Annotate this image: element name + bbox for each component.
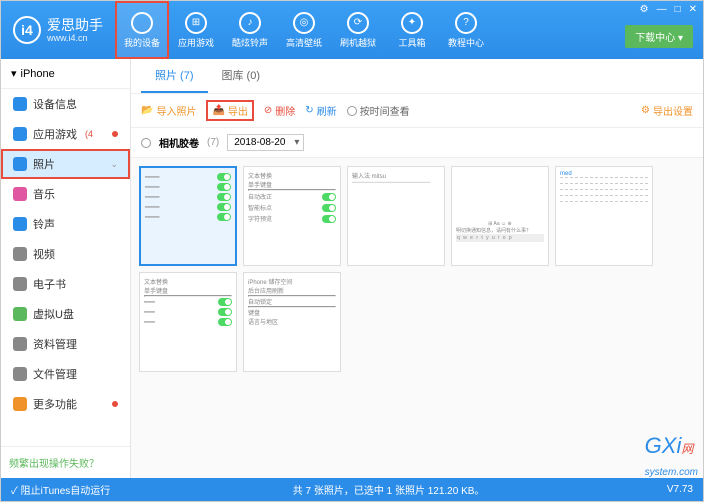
photo-thumb[interactable]: ⊞ Aa ☺ ⊕ 明切换通知信息，请问有什么事？ q w e r t y u i… [451,166,549,266]
tools-icon: ✦ [401,12,423,34]
bell-icon [13,217,27,231]
photo-grid: ━━━━ ━━━━ ━━━━ ━━━━ ━━━━ 文本替换 单手键盘 自动改正 … [131,158,703,478]
photo-thumb[interactable]: ━━━━ ━━━━ ━━━━ ━━━━ ━━━━ [139,166,237,266]
apps-icon [13,127,27,141]
maximize-button[interactable]: □ [675,4,681,15]
video-icon [13,247,27,261]
ringtone-icon: ♪ [239,12,261,34]
delete-button[interactable]: ⊘ 删除 [264,103,295,118]
photo-thumb[interactable]: med [555,166,653,266]
sort-time-toggle[interactable]: 按时间查看 [347,103,410,118]
sidebar-data[interactable]: 资料管理 [1,329,130,359]
album-count: (7) [207,137,219,148]
minimize-button[interactable]: — [657,4,667,15]
data-icon [13,337,27,351]
version-label: V7.73 [667,484,693,495]
badge-dot [112,401,118,407]
chevron-down-icon: ⌄ [110,159,118,170]
badge-dot [112,131,118,137]
apps-icon: ⊞ [185,12,207,34]
close-button[interactable]: ✕ [689,4,697,15]
settings-icon[interactable]: ⚙ [640,4,649,15]
nav-tools[interactable]: ✦工具箱 [385,1,439,59]
sidebar-photos[interactable]: 照片⌄ [1,149,130,179]
music-icon [13,187,27,201]
sidebar-music[interactable]: 音乐 [1,179,130,209]
sidebar-udisk[interactable]: 虚拟U盘 [1,299,130,329]
apple-icon [131,12,153,34]
nav-wallpapers[interactable]: ◎高清壁纸 [277,1,331,59]
tab-gallery[interactable]: 图库 (0) [208,59,275,93]
sidebar-videos[interactable]: 视频 [1,239,130,269]
date-selector[interactable]: 2018-08-20 [227,134,304,151]
export-settings-button[interactable]: ⚙ 导出设置 [641,103,693,118]
sidebar-ebooks[interactable]: 电子书 [1,269,130,299]
sidebar-device-info[interactable]: 设备信息 [1,89,130,119]
help-icon: ? [455,12,477,34]
import-button[interactable]: 📂 导入照片 [141,103,196,118]
book-icon [13,277,27,291]
nav-flash[interactable]: ⟳刷机越狱 [331,1,385,59]
photo-thumb[interactable]: 输入法 mitsu ━━━━━━━━━━━━━━━━━━━━━━━━━━ [347,166,445,266]
nav-tutorials[interactable]: ?教程中心 [439,1,493,59]
photo-thumb[interactable]: 文本替换 单手键盘 ━━━ ━━━ ━━━ [139,272,237,372]
device-selector[interactable]: ▾ iPhone [1,59,130,89]
more-icon [13,397,27,411]
album-radio[interactable] [141,138,151,148]
album-name: 相机胶卷 [159,135,199,150]
photo-thumb[interactable]: 文本替换 单手键盘 自动改正 智能标点 字符预览 [243,166,341,266]
top-nav: 我的设备 ⊞应用游戏 ♪酷炫铃声 ◎高清壁纸 ⟳刷机越狱 ✦工具箱 ?教程中心 [115,1,493,59]
window-controls: ⚙ — □ ✕ [640,4,697,15]
export-button[interactable]: 📤 导出 [206,100,253,121]
info-icon [13,97,27,111]
download-center-button[interactable]: 下载中心 ▾ [625,25,693,48]
status-info: 共 7 张照片，已选中 1 张照片 121.20 KB。 [293,482,485,497]
sidebar-apps[interactable]: 应用游戏(4 [1,119,130,149]
tab-photos[interactable]: 照片 (7) [141,59,208,93]
flash-icon: ⟳ [347,12,369,34]
photos-icon [13,157,27,171]
sidebar-files[interactable]: 文件管理 [1,359,130,389]
usb-icon [13,307,27,321]
itunes-toggle[interactable]: ✓ 阻止iTunes自动运行 [11,482,110,497]
folder-icon [13,367,27,381]
nav-ringtones[interactable]: ♪酷炫铃声 [223,1,277,59]
wallpaper-icon: ◎ [293,12,315,34]
refresh-button[interactable]: ↻ 刷新 [305,103,336,118]
nav-apps[interactable]: ⊞应用游戏 [169,1,223,59]
logo-icon: i4 [13,16,41,44]
sidebar-more[interactable]: 更多功能 [1,389,130,419]
sidebar-help-link[interactable]: 频繁出现操作失败？ [1,446,130,478]
app-logo: i4 爱思助手 www.i4.cn [1,16,115,44]
photo-thumb[interactable]: iPhone 储存空间 后台应用刷新 自动锁定 键盘 语言与地区 [243,272,341,372]
sidebar-ringtones[interactable]: 铃声 [1,209,130,239]
app-name: 爱思助手 [47,17,103,34]
nav-my-device[interactable]: 我的设备 [115,1,169,59]
app-url: www.i4.cn [47,33,103,43]
